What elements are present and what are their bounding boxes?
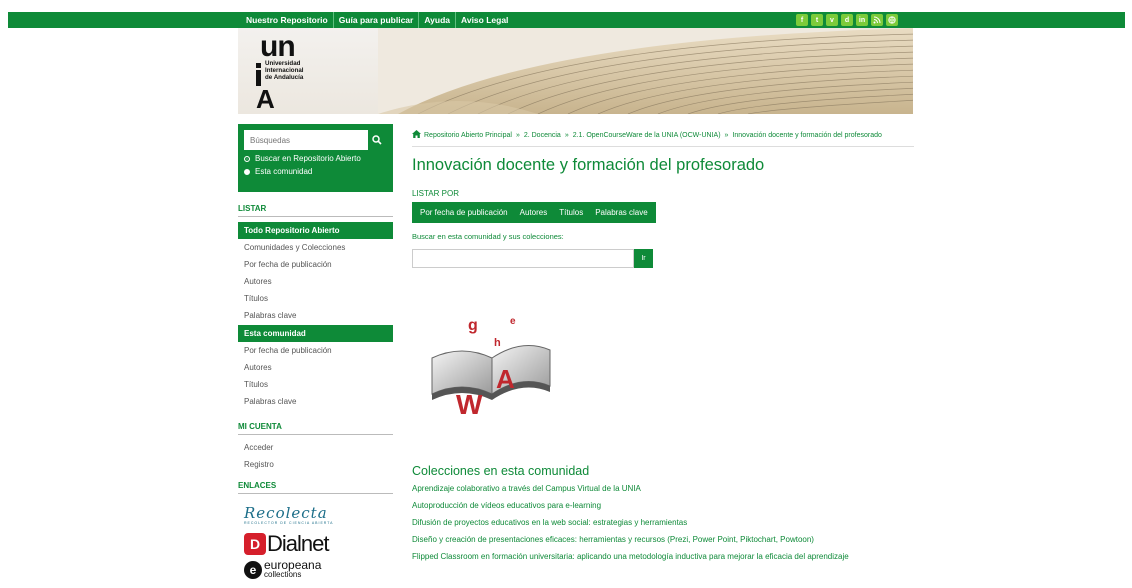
recolecta-text: Recolecta [244, 504, 328, 522]
book-letter-A: A [496, 364, 515, 394]
top-nav-links: Nuestro Repositorio Guía para publicar A… [246, 12, 513, 28]
search-input[interactable] [244, 130, 368, 150]
rss-icon[interactable] [871, 14, 883, 26]
breadcrumb-item-current: Innovación docente y formación del profe… [732, 131, 882, 139]
sidebar-item-comm-keywords[interactable]: Palabras clave [238, 393, 393, 410]
breadcrumb-separator: » [515, 131, 520, 139]
breadcrumb-separator: » [564, 131, 569, 139]
social-icons: f t v d in [796, 14, 898, 26]
breadcrumb-item-ocw[interactable]: 2.1. OpenCourseWare de la UNIA (OCW-UNIA… [573, 132, 721, 139]
unia-logo[interactable]: un Universidad Internacional de Andalucí… [252, 30, 332, 114]
radio-label: Buscar en Repositorio Abierto [255, 154, 361, 163]
book-letter-g: g [468, 317, 478, 334]
browse-tabs: Por fecha de publicación Autores Títulos… [412, 202, 656, 223]
collection-link[interactable]: Autoproducción de vídeos educativos para… [412, 501, 912, 510]
collection-link[interactable]: Flipped Classroom en formación universit… [412, 552, 912, 561]
linkedin-icon[interactable]: in [856, 14, 868, 26]
dialnet-logo[interactable]: D Dialnet [244, 531, 393, 557]
community-search: Ir [412, 249, 914, 268]
europeana-icon: e [244, 561, 262, 579]
dialnet-icon: D [244, 533, 266, 555]
sidebar-item-comm-titles[interactable]: Títulos [238, 376, 393, 393]
logo-un-text: un [260, 30, 296, 63]
sidebar-item-comm-authors[interactable]: Autores [238, 359, 393, 376]
dialnet-text: Dialnet [267, 531, 329, 556]
tab-by-date[interactable]: Por fecha de publicación [414, 208, 514, 217]
tab-authors[interactable]: Autores [514, 208, 554, 217]
book-letter-W: W [456, 389, 483, 420]
europeana-text: europeana [264, 558, 322, 572]
nav-nuestro-repositorio[interactable]: Nuestro Repositorio [246, 12, 334, 28]
nav-ayuda[interactable]: Ayuda [419, 12, 457, 28]
breadcrumb-item-docencia[interactable]: 2. Docencia [524, 132, 561, 139]
breadcrumb-item-home[interactable]: Repositorio Abierto Principal [424, 132, 512, 139]
logo-university-name: Universidad Internacional de Andalucía [265, 60, 304, 81]
recolecta-subtitle: RECOLECTOR DE CIENCIA ABIERTA [244, 521, 334, 525]
sidebar-heading-all-repo: Todo Repositorio Abierto [238, 222, 393, 239]
search-icon[interactable] [368, 130, 387, 150]
recolecta-logo[interactable]: Recolecta RECOLECTOR DE CIENCIA ABIERTA [244, 504, 393, 525]
book-letter-e: e [510, 316, 516, 327]
sidebar-heading-this-community: Esta comunidad [238, 325, 393, 342]
community-logo-image: g e h W A [431, 316, 551, 420]
collections-list: Aprendizaje colaborativo a través del Ca… [412, 484, 912, 569]
top-navigation-bar: Nuestro Repositorio Guía para publicar A… [8, 12, 1125, 28]
tab-titles[interactable]: Títulos [553, 208, 589, 217]
section-heading-links: ENLACES [238, 481, 393, 494]
collection-link[interactable]: Diseño y creación de presentaciones efic… [412, 535, 912, 544]
sidebar-item-titles[interactable]: Títulos [238, 290, 393, 307]
radio-dot [244, 168, 250, 175]
sidebar-item-register[interactable]: Registro [238, 456, 393, 473]
sidebar-item-comm-by-date[interactable]: Por fecha de publicación [238, 342, 393, 359]
collections-heading: Colecciones en esta comunidad [412, 464, 590, 478]
nav-aviso-legal[interactable]: Aviso Legal [456, 12, 513, 28]
sidebar-item-by-date[interactable]: Por fecha de publicación [238, 256, 393, 273]
section-heading-listar: LISTAR [238, 204, 393, 217]
web-icon[interactable] [886, 14, 898, 26]
radio-search-community[interactable]: Esta comunidad [244, 167, 387, 176]
nav-guia-publicar[interactable]: Guía para publicar [334, 12, 420, 28]
header-banner: un Universidad Internacional de Andalucí… [238, 28, 913, 114]
sidebar-item-login[interactable]: Acceder [238, 439, 393, 456]
sidebar-item-communities[interactable]: Comunidades y Colecciones [238, 239, 393, 256]
sidebar: Buscar en Repositorio Abierto Esta comun… [238, 124, 393, 579]
book-pages-photo [378, 28, 913, 114]
community-search-input[interactable] [412, 249, 634, 268]
twitter-icon[interactable]: t [811, 14, 823, 26]
book-letter-h: h [494, 337, 501, 349]
radio-search-repository[interactable]: Buscar en Repositorio Abierto [244, 154, 387, 163]
breadcrumb-separator: » [724, 131, 729, 139]
breadcrumb: Repositorio Abierto Principal » 2. Docen… [412, 124, 914, 147]
dialnet-icon-letter: D [249, 536, 261, 552]
section-heading-account: MI CUENTA [238, 422, 393, 435]
partner-logos: Recolecta RECOLECTOR DE CIENCIA ABIERTA … [238, 504, 393, 579]
main-content: Repositorio Abierto Principal » 2. Docen… [412, 124, 914, 561]
page-title: Innovación docente y formación del profe… [412, 156, 765, 174]
tab-keywords[interactable]: Palabras clave [589, 208, 653, 217]
facebook-icon[interactable]: f [796, 14, 808, 26]
radio-dot-selected [244, 155, 250, 162]
collection-link[interactable]: Aprendizaje colaborativo a través del Ca… [412, 484, 912, 493]
go-button[interactable]: Ir [634, 249, 653, 268]
vimeo-icon[interactable]: v [826, 14, 838, 26]
community-search-label: Buscar en esta comunidad y sus coleccion… [412, 232, 564, 241]
logo-a-text: A [256, 84, 275, 114]
europeana-logo[interactable]: e europeana collections [244, 558, 393, 579]
sidebar-item-keywords[interactable]: Palabras clave [238, 307, 393, 324]
collection-link[interactable]: Difusión de proyectos educativos en la w… [412, 518, 912, 527]
home-icon[interactable] [412, 130, 421, 140]
logo-i-dot [256, 63, 261, 68]
flickr-icon[interactable]: d [841, 14, 853, 26]
sidebar-search-box: Buscar en Repositorio Abierto Esta comun… [238, 124, 393, 192]
sidebar-item-authors[interactable]: Autores [238, 273, 393, 290]
logo-line-3: de Andalucía [265, 73, 304, 81]
radio-label: Esta comunidad [255, 167, 313, 176]
browse-by-label: LISTAR POR [412, 189, 459, 198]
